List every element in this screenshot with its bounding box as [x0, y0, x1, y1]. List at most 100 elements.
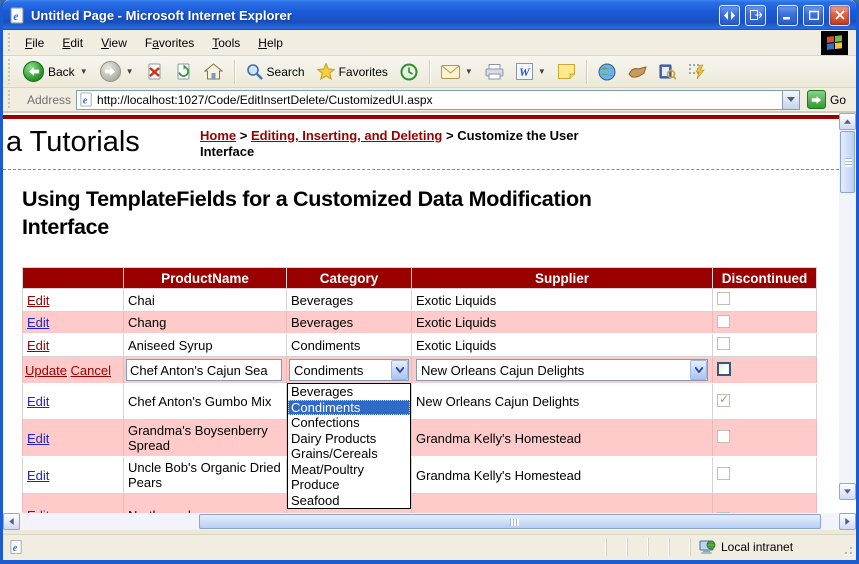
horizontal-scroll-thumb[interactable]: [199, 514, 821, 529]
category-dropdown[interactable]: Condiments: [289, 359, 409, 381]
discontinued-checkbox: [717, 315, 730, 328]
cancel-link[interactable]: Cancel: [71, 363, 111, 378]
vertical-scroll-thumb[interactable]: [840, 131, 855, 193]
address-input[interactable]: [94, 92, 782, 108]
menu-help[interactable]: Help: [249, 33, 292, 53]
product-name-input[interactable]: [126, 359, 282, 381]
address-label: Address: [21, 93, 71, 107]
scroll-left-button[interactable]: [3, 513, 20, 530]
print-button[interactable]: [480, 62, 509, 82]
breadcrumb-section-link[interactable]: Editing, Inserting, and Deleting: [251, 128, 442, 143]
chevron-down-icon[interactable]: [391, 360, 408, 380]
msn-explorer-button[interactable]: [593, 61, 621, 83]
discuss-note-icon: [558, 64, 575, 79]
supplier-cell: Grandma Kelly's Homestead: [412, 457, 713, 494]
edit-with-word-button[interactable]: W ▼: [511, 61, 551, 82]
print-icon: [485, 64, 504, 80]
menu-file[interactable]: File: [16, 33, 53, 53]
dropdown-option[interactable]: Meat/Poultry: [288, 462, 410, 478]
horizontal-scrollbar[interactable]: [3, 513, 856, 530]
edit-link[interactable]: Edit: [27, 293, 49, 308]
dropdown-option[interactable]: Produce: [288, 477, 410, 493]
mail-icon: [441, 65, 460, 79]
resize-grip[interactable]: [840, 538, 854, 556]
dropdown-option[interactable]: Grains/Cereals: [288, 446, 410, 462]
edit-link[interactable]: Edit: [27, 315, 49, 330]
minimize-button[interactable]: [777, 5, 798, 26]
table-row: Edit Chai Beverages Exotic Liquids: [23, 289, 817, 312]
back-dropdown-icon[interactable]: ▼: [80, 67, 88, 76]
dropdown-option[interactable]: Seafood: [288, 493, 410, 509]
scroll-up-button[interactable]: [839, 113, 856, 130]
back-button[interactable]: Back ▼: [18, 59, 93, 84]
edit-link[interactable]: Edit: [27, 468, 49, 483]
forward-icon: [100, 61, 121, 82]
browser-viewport: a Tutorials Home > Editing, Inserting, a…: [3, 113, 856, 530]
maximize-button[interactable]: [803, 5, 824, 26]
toolbar-grip[interactable]: [7, 59, 12, 84]
edit-link[interactable]: Edit: [27, 394, 49, 409]
courier-button[interactable]: [623, 63, 652, 81]
category-cell: Beverages: [287, 312, 412, 334]
page-title: Using TemplateFields for a Customized Da…: [22, 185, 597, 241]
supplier-header: Supplier: [412, 268, 713, 289]
table-row: Edit Aniseed Syrup Condiments Exotic Liq…: [23, 334, 817, 357]
svg-text:e: e: [13, 9, 18, 22]
windows-logo-throbber: [821, 31, 848, 55]
popout-button[interactable]: [745, 5, 766, 26]
messenger-button[interactable]: [683, 61, 710, 82]
edit-link[interactable]: Edit: [27, 338, 49, 353]
pan-arrows-button[interactable]: [719, 5, 740, 26]
forward-button[interactable]: ▼: [95, 59, 139, 84]
menu-tools[interactable]: Tools: [203, 33, 249, 53]
discontinued-checkbox: [717, 292, 730, 305]
toolbar-grip[interactable]: [7, 33, 12, 53]
discontinued-checkbox[interactable]: [717, 362, 731, 376]
research-button[interactable]: [654, 61, 681, 82]
scroll-down-button[interactable]: [839, 483, 856, 500]
menu-bar: File Edit View Favorites Tools Help: [3, 30, 856, 56]
history-button[interactable]: [395, 61, 423, 83]
courier-icon: [628, 65, 647, 79]
edit-dropdown-icon[interactable]: ▼: [538, 67, 546, 76]
scroll-right-button[interactable]: [839, 513, 856, 530]
search-button[interactable]: Search: [241, 61, 310, 82]
dropdown-option[interactable]: Confections: [288, 415, 410, 431]
edit-link[interactable]: Edit: [27, 431, 49, 446]
table-row: Edit Chang Beverages Exotic Liquids: [23, 312, 817, 334]
menu-view[interactable]: View: [92, 33, 136, 53]
product-cell: Chai: [124, 289, 287, 312]
refresh-button[interactable]: [170, 61, 197, 83]
mail-dropdown-icon[interactable]: ▼: [465, 67, 473, 76]
dropdown-option[interactable]: Beverages: [288, 384, 410, 400]
status-pane: [648, 538, 667, 556]
close-button[interactable]: [829, 5, 850, 26]
product-cell: Uncle Bob's Organic Dried Pears: [124, 457, 287, 494]
discuss-button[interactable]: [553, 62, 580, 81]
breadcrumb: Home > Editing, Inserting, and Deleting …: [200, 128, 590, 160]
go-button[interactable]: Go: [805, 89, 852, 110]
dropdown-option-selected[interactable]: Condiments: [288, 400, 410, 416]
product-cell: Grandma's Boysenberry Spread: [124, 420, 287, 457]
menu-favorites[interactable]: Favorites: [136, 33, 203, 53]
discontinued-checkbox: [717, 394, 730, 407]
stop-button[interactable]: [141, 61, 168, 83]
dropdown-option[interactable]: Dairy Products: [288, 431, 410, 447]
toolbar-grip[interactable]: [7, 90, 12, 108]
history-icon: [400, 63, 418, 81]
favorites-button[interactable]: Favorites: [312, 61, 393, 82]
address-dropdown-button[interactable]: [782, 91, 799, 109]
mail-button[interactable]: ▼: [436, 63, 478, 81]
update-link[interactable]: Update: [25, 363, 67, 378]
category-dropdown-list: Beverages Condiments Confections Dairy P…: [287, 383, 411, 509]
status-pane: [669, 538, 688, 556]
globe-icon: [598, 63, 616, 81]
menu-edit[interactable]: Edit: [53, 33, 92, 53]
vertical-scrollbar[interactable]: [839, 113, 856, 500]
ie-page-icon: e: [9, 7, 26, 24]
breadcrumb-home-link[interactable]: Home: [200, 128, 236, 143]
home-button[interactable]: [199, 61, 228, 82]
chevron-down-icon[interactable]: [690, 360, 707, 380]
supplier-dropdown[interactable]: New Orleans Cajun Delights: [416, 359, 708, 381]
status-pane: [627, 538, 646, 556]
